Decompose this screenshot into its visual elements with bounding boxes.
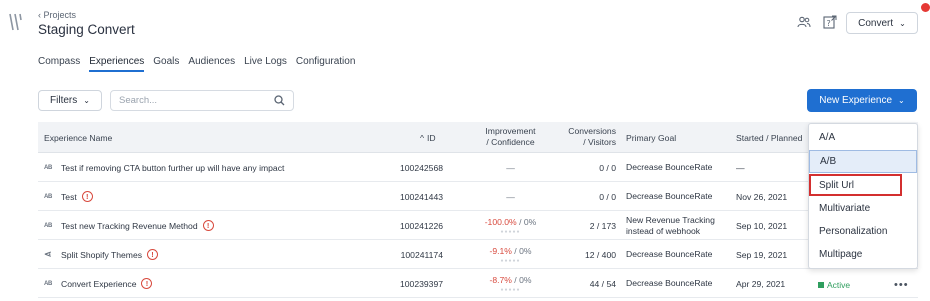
chevron-down-icon: ⌄ <box>83 96 90 105</box>
table-row[interactable]: AB Test! 100241443 — 0 / 0 Decrease Bounc… <box>38 182 918 211</box>
warning-icon[interactable]: ! <box>202 220 214 231</box>
menu-item-personalization[interactable]: Personalization <box>809 220 917 243</box>
confidence-value: / 0% <box>516 216 537 227</box>
conversions-value: 0 / 0 <box>599 162 616 173</box>
menu-item-multivariate[interactable]: Multivariate <box>809 197 917 220</box>
conversions-value: 2 / 173 <box>589 220 616 231</box>
confidence-stars: ●●●●● <box>500 257 521 264</box>
experience-id: 100242568 <box>399 162 443 173</box>
experiences-table: Experience Name ^ ID Improvement / Confid… <box>38 122 918 298</box>
notification-dot <box>921 3 930 12</box>
tab-compass[interactable]: Compass <box>38 56 80 72</box>
improvement-value: — <box>506 162 515 173</box>
menu-item-ab[interactable]: A/B <box>809 150 917 173</box>
users-icon[interactable] <box>796 14 812 30</box>
experience-name[interactable]: Test new Tracking Revenue Method <box>61 221 198 231</box>
started-date: Apr 29, 2021 <box>736 278 786 289</box>
ab-type-icon: AB <box>44 164 53 171</box>
experience-id: 100241226 <box>399 220 443 231</box>
warning-icon[interactable]: ! <box>141 278 153 289</box>
experience-name[interactable]: Split Shopify Themes <box>61 250 142 260</box>
improvement-value: -100.0% <box>484 216 517 227</box>
primary-goal: Decrease BounceRate <box>626 191 713 201</box>
improvement-value: -9.1% <box>489 245 512 256</box>
conversions-value: 44 / 54 <box>589 278 616 289</box>
primary-goal: Decrease BounceRate <box>626 162 713 172</box>
col-id[interactable]: ^ ID <box>420 133 436 143</box>
experience-name[interactable]: Convert Experience <box>61 279 136 289</box>
project-tabs: Compass Experiences Goals Audiences Live… <box>38 56 355 72</box>
convert-logo-icon[interactable] <box>8 12 24 32</box>
col-improvement[interactable]: Improvement / Confidence <box>463 126 558 148</box>
ab-type-icon: AB <box>44 280 53 287</box>
more-options-icon[interactable]: ••• <box>894 279 909 291</box>
primary-goal: Decrease BounceRate <box>626 249 713 259</box>
started-date: Sep 10, 2021 <box>736 220 788 231</box>
started-date: Sep 19, 2021 <box>736 249 788 260</box>
new-experience-button[interactable]: New Experience ⌄ <box>807 89 917 112</box>
status-label: Active <box>827 280 851 290</box>
tab-live-logs[interactable]: Live Logs <box>244 56 287 72</box>
status-badge: Active <box>818 280 850 290</box>
search-box[interactable] <box>110 90 294 111</box>
col-primary-goal[interactable]: Primary Goal <box>626 133 676 143</box>
new-experience-label: New Experience <box>819 95 893 106</box>
conversions-value: 0 / 0 <box>599 191 616 202</box>
tab-configuration[interactable]: Configuration <box>296 56 355 72</box>
convert-button-label: Convert <box>858 17 894 29</box>
ab-type-icon: AB <box>44 193 53 200</box>
experience-id: 100241174 <box>400 249 443 260</box>
table-row[interactable]: AB Test if removing CTA button further up… <box>38 153 918 182</box>
confidence-stars: ●●●●● <box>500 286 521 293</box>
filters-label: Filters <box>50 95 78 106</box>
table-row[interactable]: ⋖ Split Shopify Themes! 100241174 -9.1% /… <box>38 240 918 269</box>
table-row[interactable]: AB Convert Experience! 100239397 -8.7% / … <box>38 269 918 298</box>
started-date: Nov 26, 2021 <box>736 191 788 202</box>
table-row[interactable]: AB Test new Tracking Revenue Method! 1002… <box>38 211 918 240</box>
search-icon[interactable] <box>274 95 285 106</box>
account-convert-dropdown[interactable]: Convert ⌄ <box>846 12 918 34</box>
confidence-value: / 0% <box>511 274 532 285</box>
started-date: — <box>736 162 745 173</box>
improvement-value: — <box>506 191 515 202</box>
search-input[interactable] <box>119 95 274 106</box>
active-status-icon <box>818 282 824 288</box>
primary-goal: New Revenue Tracking instead of webhook <box>626 214 715 236</box>
warning-icon[interactable]: ! <box>81 191 93 202</box>
experience-name[interactable]: Test if removing CTA button further up w… <box>61 163 284 173</box>
table-header: Experience Name ^ ID Improvement / Confid… <box>38 122 918 153</box>
filters-button[interactable]: Filters ⌄ <box>38 90 102 111</box>
warning-icon[interactable]: ! <box>147 249 159 260</box>
svg-text:?: ? <box>827 19 831 28</box>
back-to-projects-link[interactable]: ‹ Projects <box>38 10 76 20</box>
project-title: Staging Convert <box>38 22 135 37</box>
conversions-value: 12 / 400 <box>584 249 616 260</box>
annotation-highlight-box <box>809 174 902 196</box>
experience-id: 100241443 <box>399 191 443 202</box>
sort-up-icon: ^ <box>420 133 425 143</box>
experience-name[interactable]: Test <box>61 192 77 202</box>
chevron-down-icon: ⌄ <box>898 96 905 105</box>
primary-goal: Decrease BounceRate <box>626 278 713 288</box>
tab-audiences[interactable]: Audiences <box>188 56 235 72</box>
help-export-icon[interactable]: ? <box>822 14 838 30</box>
split-url-type-icon: ⋖ <box>44 249 52 259</box>
menu-item-aa[interactable]: A/A <box>809 126 917 149</box>
improvement-value: -8.7% <box>489 274 512 285</box>
tab-goals[interactable]: Goals <box>153 56 179 72</box>
ab-type-icon: AB <box>44 222 53 229</box>
confidence-stars: ●●●●● <box>500 228 521 235</box>
new-experience-menu: A/A A/B Split Url Multivariate Personali… <box>808 123 918 269</box>
confidence-value: / 0% <box>511 245 532 256</box>
col-conversions[interactable]: Conversions / Visitors <box>556 126 616 148</box>
chevron-down-icon: ⌄ <box>899 18 906 28</box>
tab-experiences[interactable]: Experiences <box>89 56 145 72</box>
col-started[interactable]: Started / Planned <box>736 133 802 143</box>
menu-item-multipage[interactable]: Multipage <box>809 243 917 266</box>
experience-id: 100239397 <box>399 278 443 289</box>
col-experience-name[interactable]: Experience Name <box>44 133 112 143</box>
